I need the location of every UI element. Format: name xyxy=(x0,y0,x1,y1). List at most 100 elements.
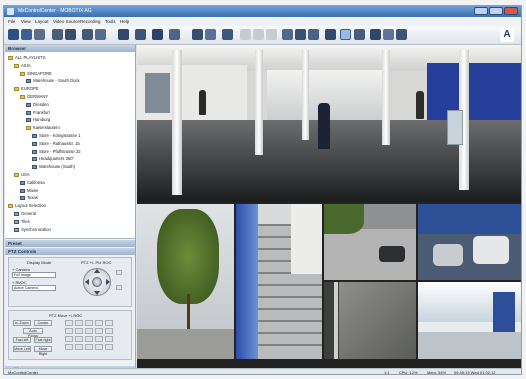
preset-grid xyxy=(65,320,125,356)
preset-button[interactable] xyxy=(75,344,83,350)
rotate-icon[interactable] xyxy=(354,29,365,40)
fullscreen-icon[interactable] xyxy=(118,29,129,40)
camera-icon xyxy=(32,141,37,146)
preset-button[interactable] xyxy=(105,344,113,350)
preset-button[interactable] xyxy=(75,320,83,326)
panorama-view[interactable] xyxy=(137,45,521,202)
preset-button[interactable] xyxy=(95,320,103,326)
preset-button[interactable] xyxy=(105,336,113,342)
zoom-icon[interactable] xyxy=(169,29,180,40)
arrow-down-icon[interactable] xyxy=(94,291,100,295)
zoom-in-button[interactable]: In Zoom xyxy=(13,320,31,326)
selected-view-icon[interactable] xyxy=(340,29,351,40)
arrow-up-icon[interactable] xyxy=(94,269,100,273)
zoom-minus-button[interactable] xyxy=(116,285,122,290)
save-icon[interactable] xyxy=(8,29,19,40)
menu-recording[interactable]: Recording xyxy=(80,19,101,24)
monitor-icon[interactable] xyxy=(82,29,93,40)
split-view-icon[interactable] xyxy=(95,29,106,40)
tree-item-label: EUROPE xyxy=(21,86,39,92)
menu-video-source[interactable]: Video Source xyxy=(53,19,80,24)
menu-help[interactable]: Help xyxy=(120,19,129,24)
ptz-settings-box: Display Mode + Camera Full Image + Rt/OC… xyxy=(8,257,132,307)
preset-button[interactable] xyxy=(65,336,73,342)
ptz-move-box: PTZ Move +/-ROC In Zoom Center Auto Focu… xyxy=(8,310,132,360)
camera-view-garage[interactable] xyxy=(418,204,521,280)
zoom-plus-button[interactable] xyxy=(116,270,122,275)
preset-button[interactable] xyxy=(65,344,73,350)
stair-step xyxy=(258,308,322,310)
settings-icon[interactable] xyxy=(325,29,336,40)
record-icon[interactable] xyxy=(383,29,394,40)
player-icon[interactable] xyxy=(205,29,216,40)
preset-button[interactable] xyxy=(65,328,73,334)
close-button[interactable] xyxy=(504,7,518,15)
maximize-button[interactable] xyxy=(489,7,503,15)
camera-view-office[interactable] xyxy=(418,282,521,359)
display-mode-label: Display Mode xyxy=(27,260,52,265)
move-right-button[interactable]: Move Right xyxy=(34,346,52,356)
tree-item-label: Dresden xyxy=(33,101,49,107)
preset-button[interactable] xyxy=(95,344,103,350)
preset-button[interactable] xyxy=(105,320,113,326)
preset-button[interactable] xyxy=(65,320,73,326)
wrench-icon[interactable] xyxy=(370,29,381,40)
preset-button[interactable] xyxy=(95,328,103,334)
camera-icon[interactable] xyxy=(65,29,76,40)
alarm-icon[interactable] xyxy=(308,29,319,40)
arrow-left-icon[interactable] xyxy=(85,279,89,285)
fast-right-button[interactable]: Fast right xyxy=(34,337,52,343)
preset-button[interactable] xyxy=(85,328,93,334)
tree-item-label: California xyxy=(27,179,45,185)
camera-select[interactable]: Full Image xyxy=(12,272,56,278)
tree-item-label: General xyxy=(21,211,36,216)
preset-button[interactable] xyxy=(85,344,93,350)
speaker-icon[interactable] xyxy=(282,29,293,40)
save-as-icon[interactable] xyxy=(21,29,32,40)
pillar xyxy=(172,50,182,195)
camera-icon xyxy=(26,110,31,115)
preset-button[interactable] xyxy=(105,328,113,334)
preset-button[interactable] xyxy=(85,320,93,326)
help-icon[interactable] xyxy=(396,29,407,40)
minimize-button[interactable] xyxy=(474,7,488,15)
refresh-icon[interactable] xyxy=(34,29,45,40)
menu-tools[interactable]: Tools xyxy=(105,19,116,24)
auto-focus-button[interactable]: Auto Focus xyxy=(23,328,43,338)
home-icon[interactable] xyxy=(222,29,233,40)
ptz-joystick-knob[interactable] xyxy=(92,277,102,287)
preset-button[interactable] xyxy=(85,336,93,342)
menu-file[interactable]: File xyxy=(8,19,15,24)
preset-button[interactable] xyxy=(95,336,103,342)
microphone-icon[interactable] xyxy=(295,29,306,40)
tree-item-label: Texas xyxy=(27,195,38,201)
layout-grid-icon[interactable] xyxy=(52,29,63,40)
camera-icon xyxy=(20,180,25,185)
mobotix-logo: A xyxy=(500,28,514,42)
status-clock: 09:45:13 Wed 01.02.12 xyxy=(454,370,496,375)
app-icon xyxy=(7,8,14,15)
tile-view-icon[interactable] xyxy=(135,29,146,40)
move-left-button[interactable]: Move Left xyxy=(13,346,31,352)
camera-icon xyxy=(32,134,37,138)
preset-button[interactable] xyxy=(75,336,83,342)
title-bar: MxControlCenter - MOBOTIX AG xyxy=(4,6,521,17)
camera-view-street[interactable] xyxy=(324,282,416,359)
camera-view-parking[interactable] xyxy=(324,204,416,280)
folder-icon xyxy=(8,204,13,209)
camera-view-stairs[interactable] xyxy=(236,204,322,359)
camera-view-lobby[interactable] xyxy=(137,204,234,359)
tree-item-label: Synchronization xyxy=(21,226,51,232)
blue-shelf xyxy=(493,292,515,332)
app-window: MxControlCenter - MOBOTIX AG File View L… xyxy=(3,5,522,375)
source-select[interactable]: Active Camera xyxy=(12,285,56,291)
preset-button[interactable] xyxy=(75,328,83,334)
menu-layout[interactable]: Layout xyxy=(35,19,49,24)
menu-view[interactable]: View xyxy=(21,19,31,24)
center-button[interactable]: Center xyxy=(34,320,52,326)
fast-left-button[interactable]: Fast left xyxy=(13,337,31,343)
search-icon[interactable] xyxy=(192,29,203,40)
arrow-right-icon[interactable] xyxy=(106,279,110,285)
tree-item-label: Warehouse - South Dock xyxy=(33,78,80,84)
single-view-icon[interactable] xyxy=(152,29,163,40)
